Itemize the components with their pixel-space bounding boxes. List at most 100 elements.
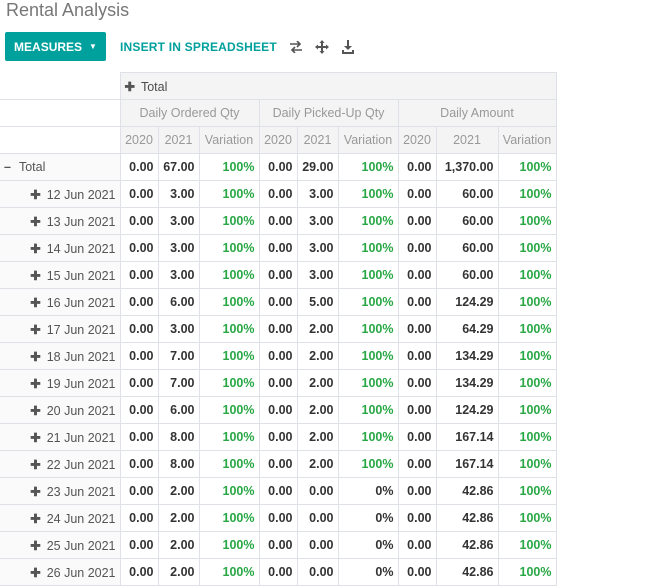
value-cell[interactable]: 0.00: [119, 261, 159, 289]
variation-cell[interactable]: 100%: [198, 234, 260, 262]
value-cell[interactable]: 0.00: [258, 477, 298, 505]
value-cell[interactable]: 124.29: [435, 396, 499, 424]
value-cell[interactable]: 167.14: [435, 423, 499, 451]
measures-button[interactable]: MEASURES ▼: [5, 32, 106, 61]
subheader-cell[interactable]: Variation: [337, 126, 399, 154]
variation-cell[interactable]: 100%: [497, 207, 557, 235]
variation-cell[interactable]: 100%: [198, 531, 260, 559]
variation-cell[interactable]: 100%: [337, 450, 399, 478]
variation-cell[interactable]: 100%: [497, 450, 557, 478]
col-header-total[interactable]: ✚ Total: [119, 72, 557, 100]
value-cell[interactable]: 0.00: [258, 369, 298, 397]
value-cell[interactable]: 7.00: [157, 342, 200, 370]
value-cell[interactable]: 0.00: [397, 396, 437, 424]
flip-axis-icon[interactable]: [289, 40, 303, 54]
value-cell[interactable]: 0.00: [258, 531, 298, 559]
value-cell[interactable]: 0.00: [258, 153, 298, 181]
row-header[interactable]: ✚ 21 Jun 2021: [0, 423, 121, 451]
variation-cell[interactable]: 100%: [497, 342, 557, 370]
value-cell[interactable]: 0.00: [397, 180, 437, 208]
value-cell[interactable]: 3.00: [157, 234, 200, 262]
value-cell[interactable]: 0.00: [397, 288, 437, 316]
variation-cell[interactable]: 100%: [497, 423, 557, 451]
row-header[interactable]: ✚ 26 Jun 2021: [0, 558, 121, 586]
variation-cell[interactable]: 100%: [198, 288, 260, 316]
variation-cell[interactable]: 100%: [497, 531, 557, 559]
value-cell[interactable]: 0.00: [258, 234, 298, 262]
value-cell[interactable]: 0.00: [397, 261, 437, 289]
value-cell[interactable]: 6.00: [157, 288, 200, 316]
variation-cell[interactable]: 100%: [497, 477, 557, 505]
value-cell[interactable]: 0.00: [397, 207, 437, 235]
value-cell[interactable]: 0.00: [397, 504, 437, 532]
subheader-cell[interactable]: Variation: [497, 126, 557, 154]
value-cell[interactable]: 60.00: [435, 180, 499, 208]
value-cell[interactable]: 60.00: [435, 234, 499, 262]
variation-cell[interactable]: 100%: [337, 369, 399, 397]
value-cell[interactable]: 2.00: [157, 477, 200, 505]
measure-header[interactable]: Daily Ordered Qty: [119, 99, 260, 127]
value-cell[interactable]: 0.00: [397, 450, 437, 478]
value-cell[interactable]: 0.00: [296, 531, 339, 559]
variation-cell[interactable]: 100%: [198, 261, 260, 289]
value-cell[interactable]: 134.29: [435, 369, 499, 397]
value-cell[interactable]: 8.00: [157, 450, 200, 478]
value-cell[interactable]: 6.00: [157, 396, 200, 424]
value-cell[interactable]: 3.00: [157, 315, 200, 343]
row-header[interactable]: ✚ 13 Jun 2021: [0, 207, 121, 235]
value-cell[interactable]: 0.00: [119, 450, 159, 478]
value-cell[interactable]: 0.00: [258, 207, 298, 235]
value-cell[interactable]: 0.00: [119, 423, 159, 451]
measure-header[interactable]: Daily Picked-Up Qty: [258, 99, 399, 127]
value-cell[interactable]: 67.00: [157, 153, 200, 181]
value-cell[interactable]: 0.00: [119, 369, 159, 397]
row-header[interactable]: – Total: [0, 153, 121, 181]
row-header[interactable]: ✚ 20 Jun 2021: [0, 396, 121, 424]
value-cell[interactable]: 0.00: [119, 342, 159, 370]
variation-cell[interactable]: 100%: [337, 207, 399, 235]
expand-all-icon[interactable]: [314, 39, 329, 54]
subheader-cell[interactable]: 2020: [119, 126, 159, 154]
variation-cell[interactable]: 100%: [337, 180, 399, 208]
variation-cell[interactable]: 100%: [198, 369, 260, 397]
value-cell[interactable]: 0.00: [119, 153, 159, 181]
value-cell[interactable]: 2.00: [296, 450, 339, 478]
value-cell[interactable]: 8.00: [157, 423, 200, 451]
insert-in-spreadsheet-button[interactable]: INSERT IN SPREADSHEET: [120, 40, 277, 54]
value-cell[interactable]: 0.00: [397, 234, 437, 262]
variation-cell[interactable]: 100%: [198, 477, 260, 505]
row-header[interactable]: ✚ 17 Jun 2021: [0, 315, 121, 343]
variation-cell[interactable]: 100%: [337, 315, 399, 343]
row-header[interactable]: ✚ 22 Jun 2021: [0, 450, 121, 478]
variation-cell[interactable]: 100%: [198, 396, 260, 424]
row-header[interactable]: ✚ 18 Jun 2021: [0, 342, 121, 370]
value-cell[interactable]: 42.86: [435, 558, 499, 586]
value-cell[interactable]: 0.00: [296, 477, 339, 505]
variation-cell[interactable]: 100%: [497, 369, 557, 397]
variation-cell[interactable]: 100%: [198, 153, 260, 181]
variation-cell[interactable]: 100%: [497, 558, 557, 586]
value-cell[interactable]: 29.00: [296, 153, 339, 181]
variation-cell[interactable]: 100%: [198, 558, 260, 586]
download-icon[interactable]: [341, 39, 355, 54]
row-header[interactable]: ✚ 23 Jun 2021: [0, 477, 121, 505]
row-header[interactable]: ✚ 12 Jun 2021: [0, 180, 121, 208]
variation-cell[interactable]: 0%: [337, 504, 399, 532]
variation-cell[interactable]: 100%: [198, 180, 260, 208]
variation-cell[interactable]: 100%: [198, 450, 260, 478]
variation-cell[interactable]: 100%: [337, 342, 399, 370]
value-cell[interactable]: 0.00: [397, 369, 437, 397]
value-cell[interactable]: 0.00: [258, 450, 298, 478]
value-cell[interactable]: 0.00: [296, 558, 339, 586]
variation-cell[interactable]: 100%: [337, 234, 399, 262]
value-cell[interactable]: 0.00: [397, 315, 437, 343]
value-cell[interactable]: 0.00: [119, 558, 159, 586]
subheader-cell[interactable]: 2020: [258, 126, 298, 154]
value-cell[interactable]: 0.00: [397, 423, 437, 451]
value-cell[interactable]: 0.00: [119, 315, 159, 343]
row-header[interactable]: ✚ 14 Jun 2021: [0, 234, 121, 262]
row-header[interactable]: ✚ 16 Jun 2021: [0, 288, 121, 316]
value-cell[interactable]: 2.00: [296, 342, 339, 370]
subheader-cell[interactable]: 2021: [157, 126, 200, 154]
value-cell[interactable]: 3.00: [157, 261, 200, 289]
